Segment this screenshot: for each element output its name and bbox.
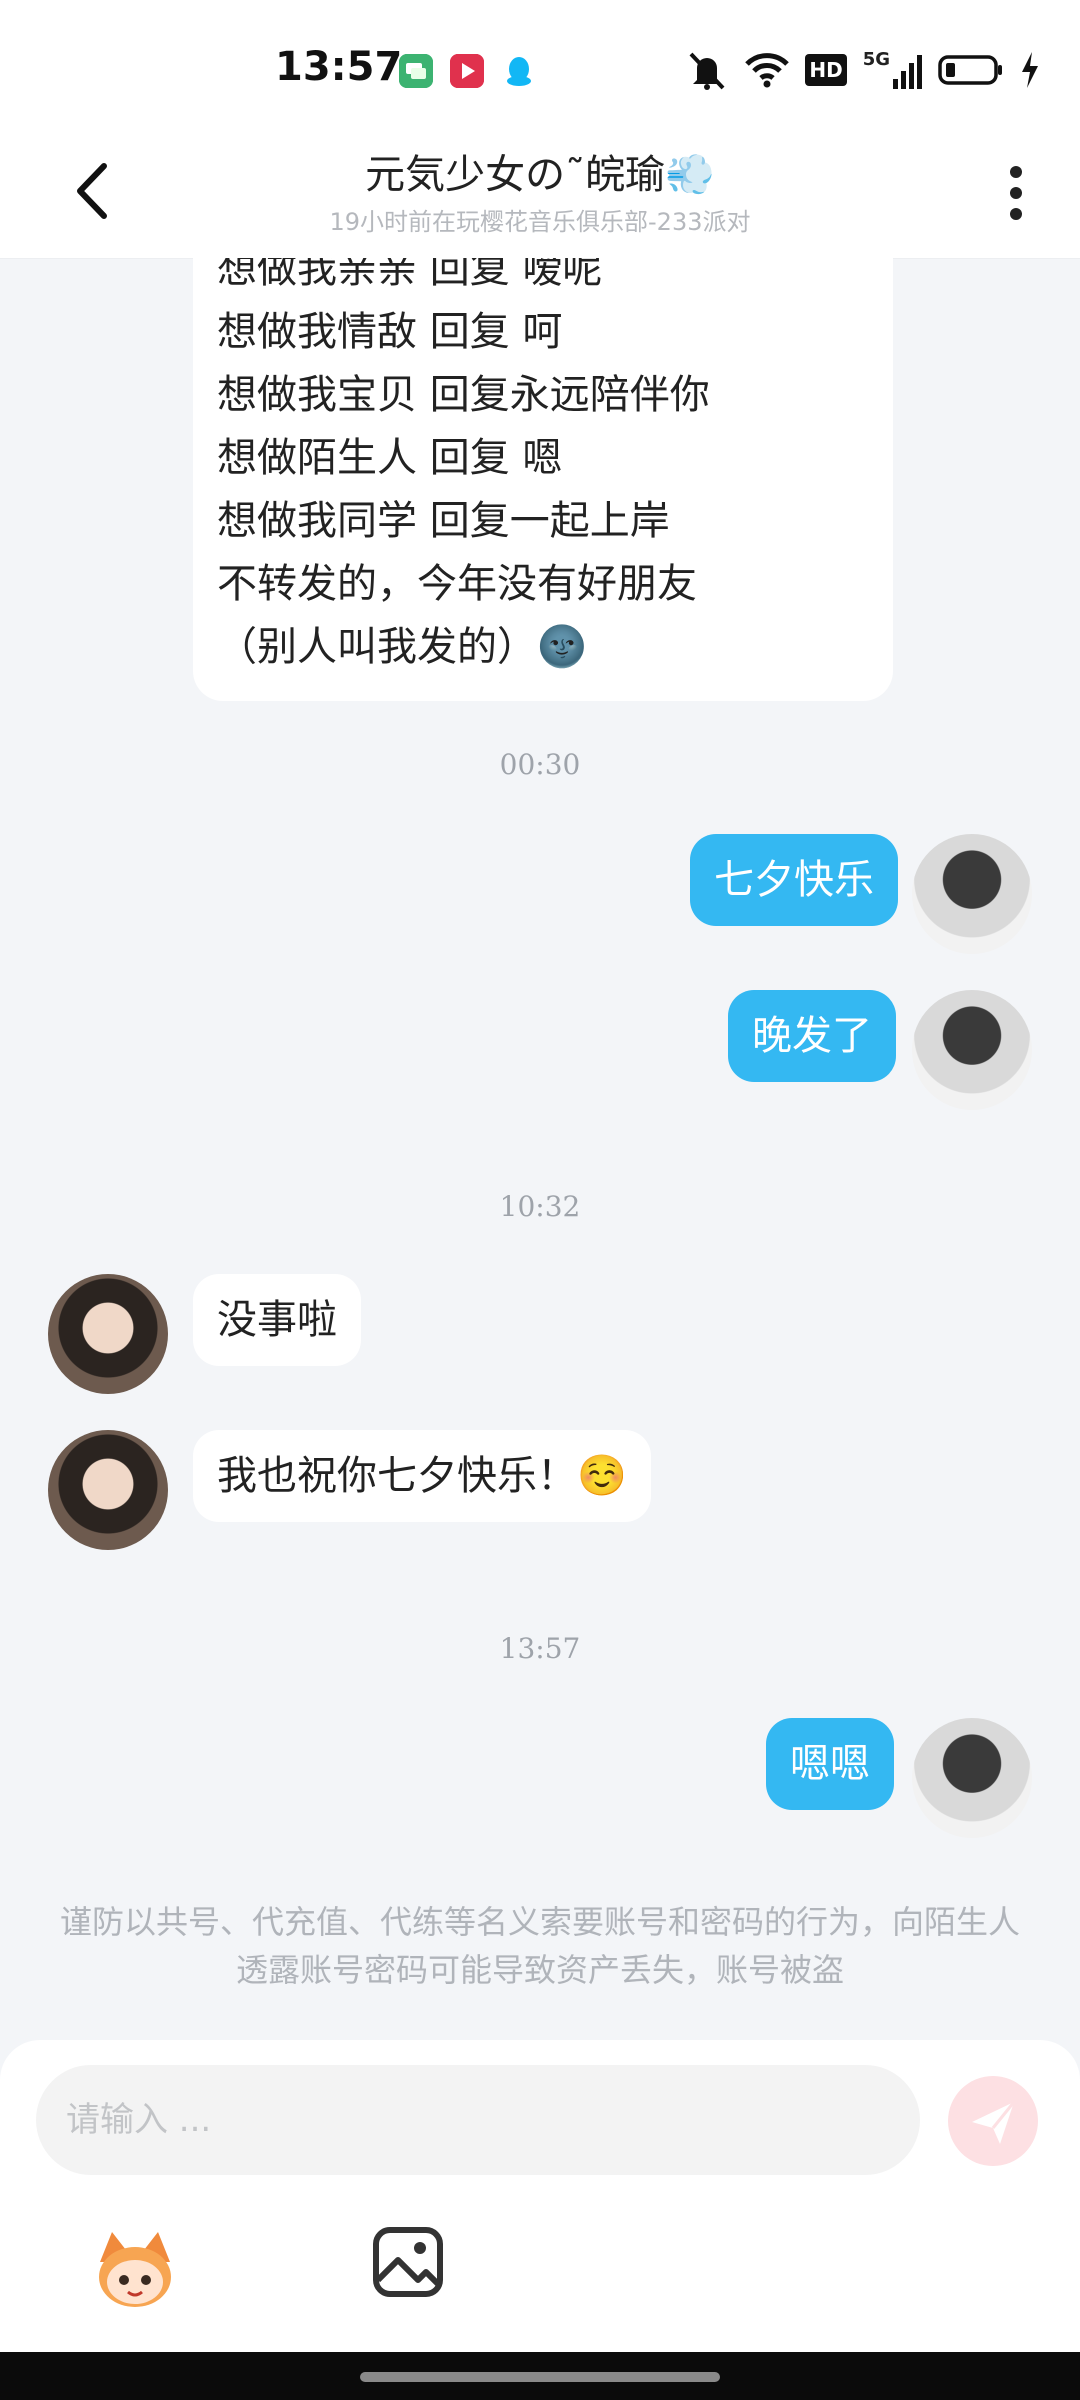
message-bubble-outgoing[interactable]: 嗯嗯: [766, 1718, 894, 1810]
video-app-icon: [450, 54, 484, 88]
composer-panel: [0, 2040, 1080, 2352]
message-timestamp: 10:32: [499, 1190, 581, 1223]
send-button[interactable]: [948, 2076, 1038, 2166]
my-avatar[interactable]: [912, 1718, 1032, 1838]
chat-subtitle: 19小时前在玩樱花音乐俱乐部-233派对: [329, 208, 751, 236]
message-line: 想做我宝贝 回复永远陪伴你: [217, 372, 710, 418]
more-vertical-icon: [1010, 166, 1022, 220]
status-bar: 13:57 HD 5G: [0, 0, 1080, 128]
status-time: 13:57: [275, 44, 403, 90]
contact-avatar[interactable]: [48, 1274, 168, 1394]
network-label: 5G: [862, 49, 890, 70]
message-line: 想做我亲亲 回复 嗳呢: [217, 258, 603, 292]
status-icons: HD 5G: [685, 50, 1040, 90]
contact-avatar[interactable]: [48, 1430, 168, 1550]
security-notice: 谨防以共号、代充值、代练等名义索要账号和密码的行为，向陌生人透露账号密码可能导致…: [60, 1903, 1021, 1989]
send-plane-icon: [972, 2101, 1016, 2144]
message-app-icon: [399, 54, 433, 88]
message-bubble-outgoing[interactable]: 晚发了: [728, 990, 896, 1082]
hd-icon: HD: [805, 54, 847, 86]
battery-icon: [938, 55, 1002, 85]
image-icon: [373, 2227, 443, 2297]
message-bubble-incoming[interactable]: 我也祝你七夕快乐！☺️: [193, 1430, 651, 1522]
my-avatar[interactable]: [912, 834, 1032, 954]
wifi-icon: [745, 53, 790, 88]
message-line: 想做我同学 回复一起上岸: [217, 498, 670, 544]
message-bubble-incoming[interactable]: 没事啦: [193, 1274, 361, 1366]
mute-icon: [689, 52, 725, 90]
message-line: 不转发的，今年没有好朋友: [217, 561, 697, 607]
mascot-emoji-button[interactable]: [90, 2222, 180, 2312]
my-avatar[interactable]: [912, 990, 1032, 1110]
chat-title: 元気少女の˜皖瑜💨: [365, 152, 715, 198]
system-nav-bar: [0, 2352, 1080, 2400]
message-line: 想做陌生人 回复 嗯: [217, 435, 563, 481]
message-input[interactable]: [36, 2065, 920, 2175]
message-list[interactable]: 想做我亲亲 回复 嗳呢 想做我情敌 回复 呵 想做我宝贝 回复永远陪伴你 想做陌…: [0, 258, 1080, 2038]
charging-icon: [1022, 52, 1038, 88]
signal-5g-icon: 5G: [863, 51, 922, 89]
more-options-button[interactable]: [992, 158, 1040, 228]
message-line: 想做我情敌 回复 呵: [217, 309, 563, 355]
image-picker-button[interactable]: [368, 2222, 448, 2302]
message-bubble-outgoing[interactable]: 七夕快乐: [690, 834, 898, 926]
home-gesture-handle[interactable]: [360, 2372, 720, 2382]
message-timestamp: 13:57: [499, 1632, 581, 1665]
chat-header: 元気少女の˜皖瑜💨 19小时前在玩樱花音乐俱乐部-233派对: [0, 128, 1080, 259]
qq-penguin-icon: [502, 54, 536, 88]
message-line: （别人叫我发的）🌚: [217, 624, 587, 670]
mascot-icon: [99, 2232, 171, 2307]
message-bubble-incoming-long[interactable]: 想做我亲亲 回复 嗳呢 想做我情敌 回复 呵 想做我宝贝 回复永远陪伴你 想做陌…: [193, 258, 893, 701]
message-timestamp: 00:30: [499, 748, 581, 781]
